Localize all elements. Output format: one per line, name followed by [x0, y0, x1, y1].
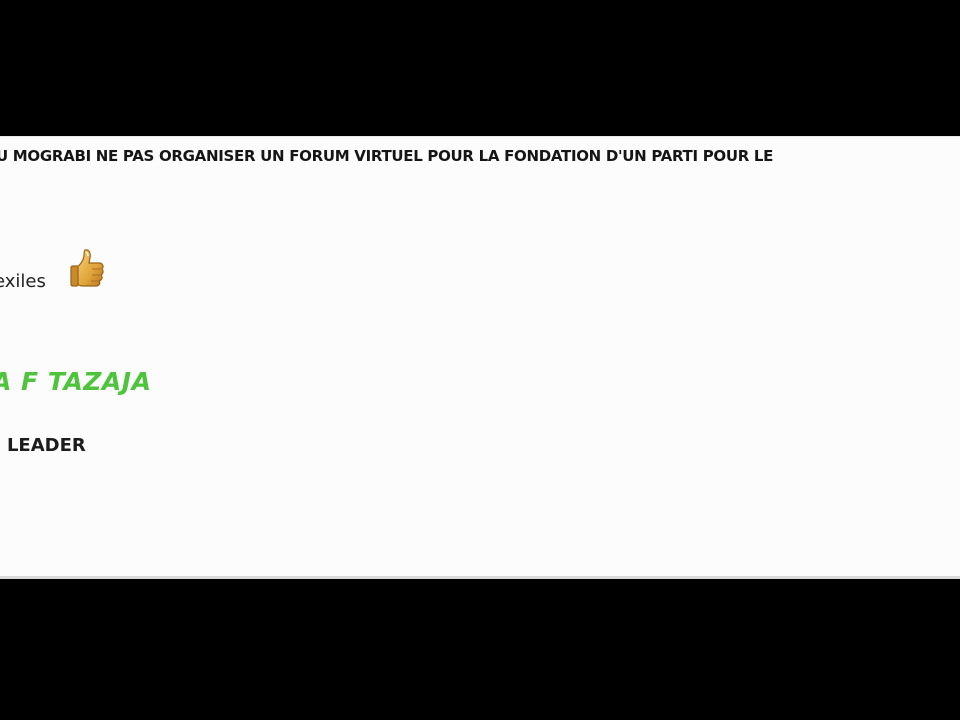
forum-post-panel: U MOGRABI NE PAS ORGANISER UN FORUM VIRT…: [0, 136, 960, 579]
exiles-text: exiles: [0, 271, 46, 292]
tazaja-text: A F TAZAJA: [0, 367, 152, 396]
leader-text: I LEADER: [0, 435, 86, 456]
post-headline: U MOGRABI NE PAS ORGANISER UN FORUM VIRT…: [0, 147, 774, 165]
video-frame: U MOGRABI NE PAS ORGANISER UN FORUM VIRT…: [0, 0, 960, 720]
thumbs-up-icon: [70, 249, 104, 287]
